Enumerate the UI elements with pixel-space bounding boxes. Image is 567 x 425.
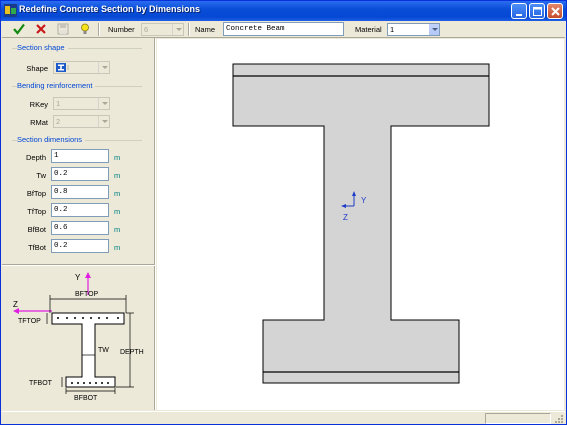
- status-bar: [2, 411, 565, 424]
- chevron-down-icon: [428, 24, 439, 35]
- rkey-dropdown[interactable]: 1: [53, 97, 110, 110]
- depth-label: DEPTH: [120, 349, 144, 356]
- name-field[interactable]: Concrete Beam: [223, 22, 344, 36]
- unit-label: m: [114, 171, 121, 180]
- depth-field[interactable]: 1: [51, 149, 109, 163]
- shape-value: I: [67, 63, 70, 72]
- y-axis-label: Y: [361, 196, 367, 205]
- resize-grip-icon[interactable]: [552, 412, 564, 424]
- dialog-window: Redefine Concrete Section by Dimensions …: [0, 0, 567, 425]
- toolbar-separator: [98, 23, 100, 36]
- tfbot-field[interactable]: 0.2: [51, 239, 109, 253]
- bfbot-label: BFBOT: [74, 395, 98, 402]
- tw-field[interactable]: 0.2: [51, 167, 109, 181]
- bftop-field[interactable]: 0.8: [51, 185, 109, 199]
- close-icon: [551, 7, 560, 16]
- rmat-dropdown[interactable]: 2: [53, 115, 110, 128]
- tftop-label: TFTOP: [18, 318, 41, 325]
- number-label: Number: [108, 25, 135, 34]
- minimize-button[interactable]: [511, 3, 527, 19]
- cancel-button[interactable]: [33, 22, 49, 37]
- maximize-icon: [533, 7, 542, 16]
- material-label: Material: [355, 25, 382, 34]
- toolbar: Number 6 Name Concrete Beam Material 1: [2, 21, 565, 38]
- bftop-label: BfTop: [26, 189, 46, 198]
- tftop-label: TfTop: [27, 207, 46, 216]
- y-axis-label: Y: [75, 273, 81, 282]
- status-pane: [485, 413, 551, 424]
- bending-group-title: Bending reinforcement: [17, 81, 96, 90]
- minimize-icon: [516, 14, 522, 16]
- rkey-value: 1: [56, 99, 61, 108]
- properties-panel: Section shape Shape I Bending reinforcem…: [4, 39, 154, 264]
- i-section-shape: [232, 63, 490, 384]
- maximize-button[interactable]: [529, 3, 545, 19]
- title-bar[interactable]: Redefine Concrete Section by Dimensions: [1, 1, 566, 21]
- bfbot-label: BfBot: [27, 225, 46, 234]
- y-axis-arrowhead: [85, 272, 91, 278]
- lightbulb-icon: [81, 23, 89, 34]
- name-label: Name: [195, 25, 216, 34]
- bftop-label: BFTOP: [75, 291, 99, 298]
- tw-label: TW: [98, 347, 109, 354]
- shape-dropdown[interactable]: I: [53, 61, 110, 74]
- unit-label: m: [114, 189, 121, 198]
- tfbot-label: TFBOT: [29, 380, 53, 387]
- unit-label: m: [114, 207, 121, 216]
- unit-label: m: [114, 225, 121, 234]
- unit-label: m: [114, 243, 121, 252]
- tw-label: Tw: [36, 171, 46, 180]
- number-value: 6: [144, 25, 149, 34]
- close-window-button[interactable]: [547, 3, 563, 19]
- chevron-down-icon: [172, 24, 183, 35]
- material-dropdown[interactable]: 1: [387, 23, 440, 36]
- i-section-icon: [56, 63, 66, 72]
- section-preview-canvas[interactable]: Y Z: [157, 39, 564, 410]
- panel-divider: [2, 264, 155, 266]
- panel-splitter[interactable]: [154, 38, 156, 410]
- number-dropdown[interactable]: 6: [141, 23, 184, 36]
- chevron-down-icon: [98, 98, 109, 109]
- checkmark-icon: [13, 23, 25, 35]
- rmat-value: 2: [56, 117, 61, 126]
- cross-icon: [36, 24, 46, 34]
- toolbar-separator: [188, 23, 190, 36]
- app-icon: [4, 4, 17, 17]
- help-button[interactable]: [77, 22, 93, 37]
- tftop-field[interactable]: 0.2: [51, 203, 109, 217]
- unit-label: m: [114, 153, 121, 162]
- section-schematic: Y Z BFTOP TFTOP TW DEPTH TFBOT BFBOT: [2, 267, 153, 410]
- rkey-label: RKey: [29, 100, 48, 109]
- chevron-down-icon: [98, 62, 109, 73]
- chevron-down-icon: [98, 116, 109, 127]
- rmat-label: RMat: [30, 118, 48, 127]
- tfbot-label: TfBot: [28, 243, 46, 252]
- floppy-disk-icon: [57, 23, 69, 35]
- depth-label: Depth: [25, 153, 46, 162]
- material-value: 1: [390, 25, 395, 34]
- window-title: Redefine Concrete Section by Dimensions: [19, 4, 201, 14]
- section-shape-group-title: Section shape: [17, 43, 68, 52]
- dimensions-group-title: Section dimensions: [17, 135, 86, 144]
- save-button[interactable]: [55, 22, 71, 37]
- i-section-outline: [51, 312, 125, 388]
- z-axis-label: Z: [13, 300, 18, 309]
- z-axis-label: Z: [343, 213, 348, 222]
- ok-button[interactable]: [11, 22, 27, 37]
- bfbot-field[interactable]: 0.6: [51, 221, 109, 235]
- shape-label: Shape: [26, 64, 48, 73]
